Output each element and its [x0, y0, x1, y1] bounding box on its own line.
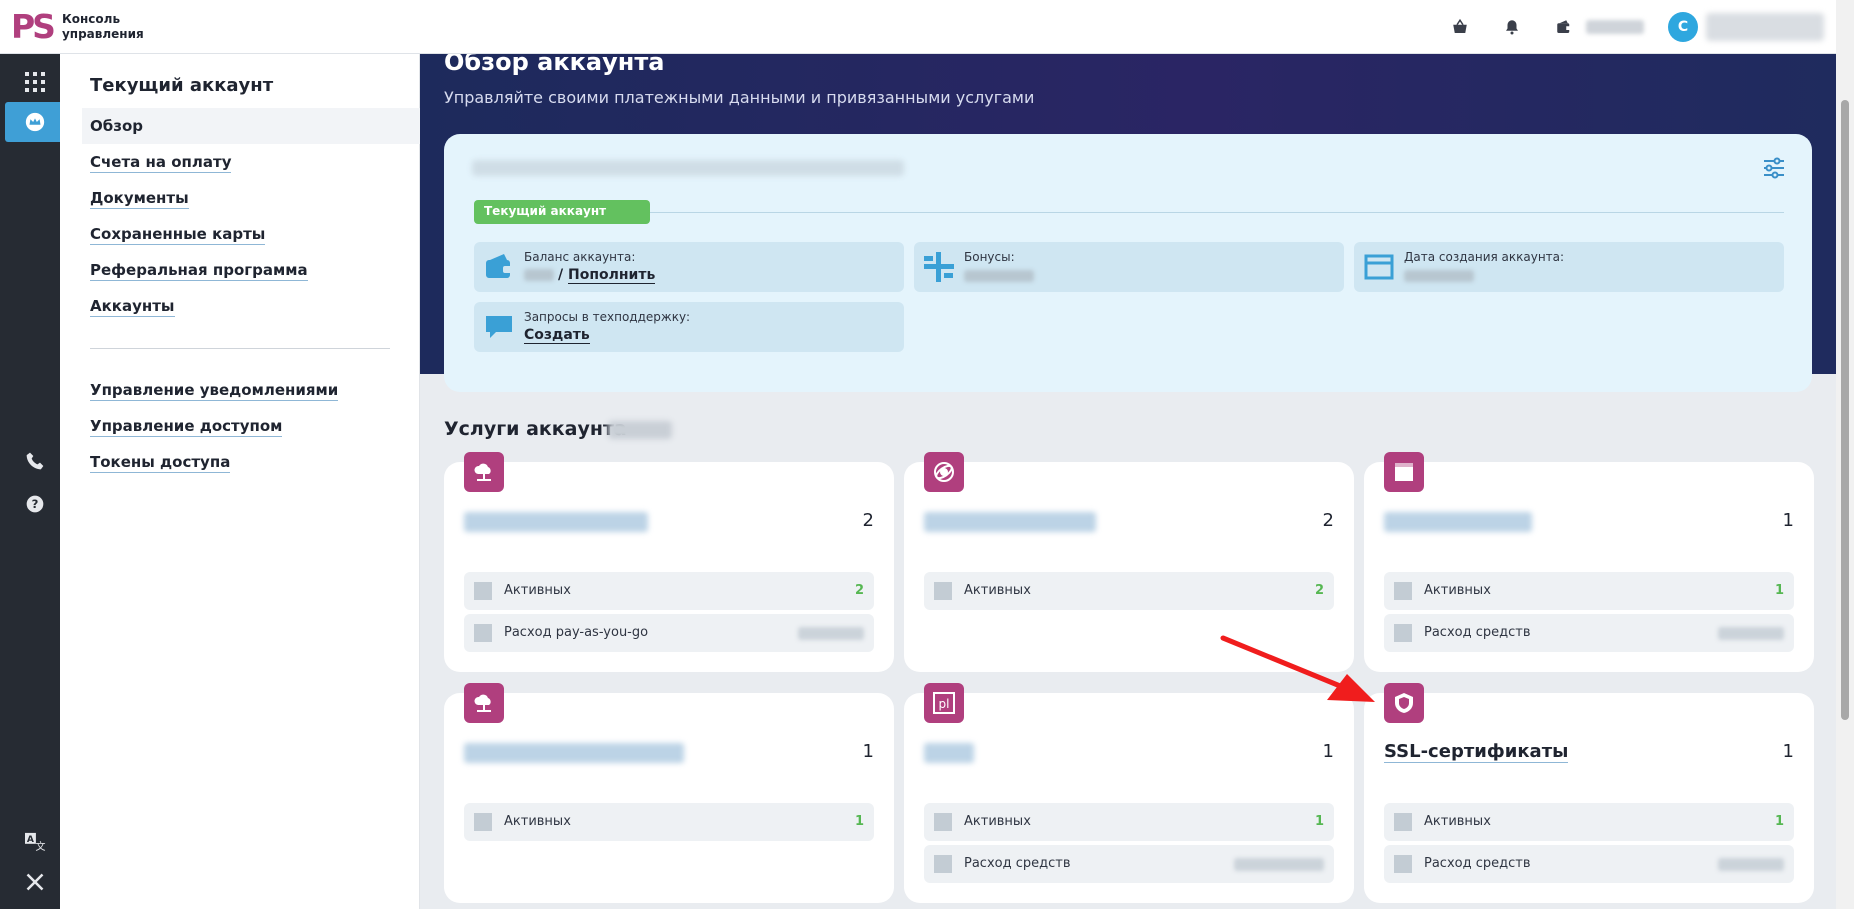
bell-icon[interactable] — [1500, 15, 1524, 39]
apps-grid-icon[interactable] — [5, 62, 65, 102]
stat-row: Расход средств — [1384, 614, 1794, 652]
scrollbar[interactable] — [1836, 0, 1854, 909]
translate-icon[interactable]: A文 — [5, 822, 65, 862]
scroll-thumb[interactable] — [1841, 100, 1849, 720]
expense-value — [1718, 858, 1784, 871]
created-date-box: Дата создания аккаунта: — [1354, 242, 1784, 292]
account-name — [472, 160, 904, 176]
logo-mark: PS — [11, 7, 56, 46]
page-title: Обзор аккаунта — [444, 54, 665, 76]
service-name[interactable] — [924, 743, 974, 763]
wallet-balance — [1586, 20, 1644, 34]
support-box: Запросы в техподдержку: Создать — [474, 302, 904, 352]
expense-value — [1718, 627, 1784, 640]
ssl-service-card[interactable]: SSL-сертификаты 1 Активных 1 Расход сред… — [1364, 683, 1814, 903]
left-rail: ? A文 — [0, 54, 65, 909]
globe-icon — [924, 452, 964, 492]
service-name[interactable] — [464, 743, 684, 763]
created-date-value — [1404, 270, 1474, 282]
service-count: 1 — [1782, 741, 1794, 762]
balance-value — [524, 269, 554, 281]
service-name[interactable] — [924, 512, 1096, 532]
stat-row: Активных 2 — [464, 572, 874, 610]
sidebar-item-notifications[interactable]: Управление уведомлениями — [90, 381, 339, 401]
top-bar: PS Консоль управления С — [0, 0, 1836, 54]
account-crown-icon[interactable] — [5, 102, 65, 142]
stat-row: Расход средств — [1384, 845, 1794, 883]
service-name[interactable] — [1384, 512, 1532, 532]
stat-row: Активных 1 — [1384, 803, 1794, 841]
balance-box: Баланс аккаунта: / Пополнить — [474, 242, 904, 292]
annotation-arrow — [1220, 635, 1375, 702]
service-card[interactable]: 2 Активных 2 Расход pay-as-you-go — [444, 452, 894, 672]
services-account-name — [608, 421, 672, 439]
account-card: Текущий аккаунт Баланс аккаунта: / Попол… — [444, 134, 1812, 392]
ssl-service-name[interactable]: SSL-сертификаты — [1384, 741, 1569, 763]
stat-row: Расход pay-as-you-go — [464, 614, 874, 652]
chat-icon — [484, 312, 514, 346]
wallet-icon — [484, 252, 514, 286]
cloud-storage-icon — [464, 683, 504, 723]
avatar[interactable]: С — [1668, 12, 1698, 42]
svg-text:文: 文 — [35, 840, 45, 852]
cart-icon[interactable] — [1448, 15, 1472, 39]
sliders-icon[interactable] — [1762, 156, 1786, 184]
bonus-icon — [924, 252, 954, 286]
top-up-link[interactable]: Пополнить — [568, 267, 656, 284]
create-ticket-link[interactable]: Создать — [524, 327, 590, 344]
sidebar-item-overview[interactable]: Обзор — [82, 108, 420, 144]
help-icon[interactable]: ? — [5, 484, 65, 524]
service-count: 2 — [1322, 510, 1334, 531]
cloud-server-icon — [464, 452, 504, 492]
svg-text:?: ? — [32, 497, 39, 511]
sidebar-item-access[interactable]: Управление доступом — [90, 417, 283, 437]
service-name[interactable] — [464, 512, 648, 532]
service-card[interactable]: pl 1 Активных 1 Расход средств — [904, 683, 1354, 903]
main-content: Обзор аккаунта Управляйте своими платежн… — [420, 54, 1836, 909]
service-card[interactable]: 1 Активных 1 Расход средств — [1364, 452, 1814, 672]
shield-icon — [1384, 683, 1424, 723]
sidebar-item-invoices[interactable]: Счета на оплату — [90, 153, 232, 173]
user-name[interactable] — [1706, 13, 1824, 41]
divider — [650, 212, 1784, 213]
logo[interactable]: PS Консоль управления — [11, 10, 144, 43]
service-count: 1 — [862, 741, 874, 762]
svg-text:A: A — [27, 835, 34, 845]
stat-row: Активных 1 — [1384, 572, 1794, 610]
stat-row: Активных 1 — [464, 803, 874, 841]
pl-icon: pl — [924, 683, 964, 723]
current-account-badge: Текущий аккаунт — [474, 200, 650, 224]
expense-value — [798, 627, 864, 640]
calendar-icon — [1364, 252, 1394, 286]
expense-value — [1234, 858, 1324, 871]
svg-text:pl: pl — [939, 697, 950, 711]
sidebar-divider — [90, 348, 390, 349]
page-subtitle: Управляйте своими платежными данными и п… — [444, 88, 1035, 107]
sidebar-item-tokens[interactable]: Токены доступа — [90, 453, 231, 473]
stat-row: Активных 2 — [924, 572, 1334, 610]
service-count: 2 — [862, 510, 874, 531]
tools-icon[interactable] — [5, 862, 65, 902]
bonus-value — [964, 270, 1034, 282]
sidebar-item-saved-cards[interactable]: Сохраненные карты — [90, 225, 266, 245]
sidebar-title: Текущий аккаунт — [90, 75, 274, 96]
sidebar-item-documents[interactable]: Документы — [90, 189, 189, 209]
service-count: 1 — [1782, 510, 1794, 531]
phone-icon[interactable] — [5, 441, 65, 481]
logo-text: Консоль управления — [61, 11, 144, 41]
sidebar-item-accounts[interactable]: Аккаунты — [90, 297, 175, 317]
service-count: 1 — [1322, 741, 1334, 762]
wallet-icon[interactable] — [1552, 15, 1576, 39]
services-title: Услуги аккаунта — [444, 418, 627, 440]
sidebar: Текущий аккаунт Обзор Счета на оплату До… — [60, 54, 420, 909]
stat-row: Активных 1 — [924, 803, 1334, 841]
bonus-box: Бонусы: — [914, 242, 1344, 292]
window-icon — [1384, 452, 1424, 492]
service-card[interactable]: 1 Активных 1 — [444, 683, 894, 903]
stat-row: Расход средств — [924, 845, 1334, 883]
sidebar-item-referral[interactable]: Реферальная программа — [90, 261, 308, 281]
